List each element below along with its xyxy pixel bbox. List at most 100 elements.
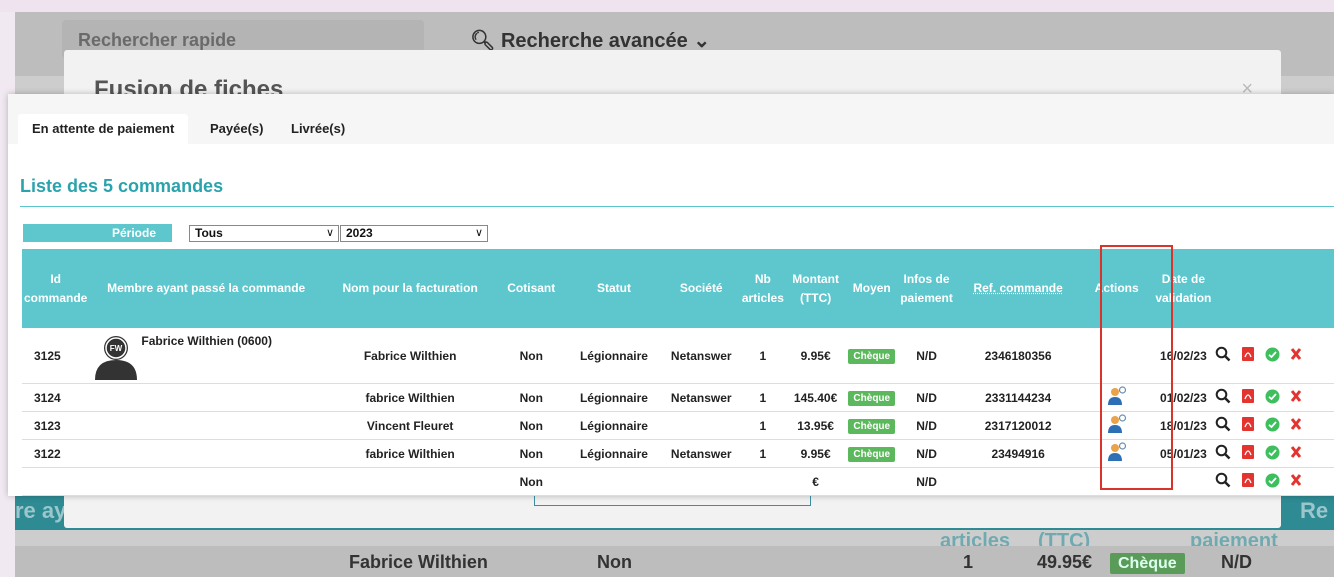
member-cell: [89, 467, 323, 496]
cell-billing: [323, 467, 498, 496]
cell-societe: Netanswer: [662, 383, 740, 412]
period-select[interactable]: Tous ∨: [189, 225, 339, 242]
column-header[interactable]: Statut: [565, 249, 663, 328]
pdf-icon[interactable]: [1241, 472, 1255, 488]
ref-commande-sort-link[interactable]: Ref. commande: [973, 281, 1062, 295]
cell-billing: Vincent Fleuret: [323, 411, 498, 440]
tab-pending-payment[interactable]: En attente de paiement: [18, 114, 189, 144]
background-table-row: Fabrice Wilthien Non 1 49.95€ Chèque N/D: [15, 546, 1334, 577]
cell-statut: Légionnaire: [565, 383, 663, 412]
background-top-strip: [0, 0, 1334, 12]
delete-x-icon[interactable]: [1290, 445, 1302, 459]
cell-nb: 1: [739, 383, 786, 412]
cell-montant: 9.95€: [785, 328, 846, 384]
tab-paid[interactable]: Payée(s): [196, 114, 277, 144]
check-circle-icon[interactable]: [1265, 417, 1280, 432]
cell-societe: Netanswer: [662, 328, 740, 384]
column-header[interactable]: Id commande: [22, 249, 90, 328]
background-row-montant: 49.95€: [1037, 552, 1093, 572]
magnifier-icon[interactable]: [1215, 346, 1231, 362]
background-row-infos: N/D: [1221, 552, 1252, 572]
payment-method-badge: Chèque: [848, 348, 896, 364]
cell-cotisant: Non: [497, 411, 566, 440]
cell-infos: N/D: [898, 411, 955, 440]
check-circle-icon[interactable]: [1265, 389, 1280, 404]
cell-societe: [662, 467, 740, 496]
cell-statut: Légionnaire: [565, 411, 663, 440]
orders-panel: En attente de paiement Payée(s) Livrée(s…: [8, 94, 1334, 496]
magnifier-icon[interactable]: [1215, 472, 1231, 488]
background-row-name: Fabrice Wilthien: [349, 552, 488, 572]
cell-cotisant: Non: [497, 328, 566, 384]
cell-id: 3124: [22, 383, 90, 412]
column-header[interactable]: Montant (TTC): [785, 249, 846, 328]
column-header[interactable]: Moyen: [845, 249, 899, 328]
cell-ref: 23494916: [954, 439, 1082, 468]
cell-statut: [565, 467, 663, 496]
background-row-cotisant: Non: [597, 552, 632, 572]
tab-delivered[interactable]: Livrée(s): [277, 114, 359, 144]
column-header[interactable]: Société: [662, 249, 740, 328]
check-circle-icon[interactable]: [1265, 347, 1280, 362]
payment-method-badge: Chèque: [848, 446, 896, 462]
cell-id: 3122: [22, 439, 90, 468]
year-select[interactable]: 2023 ∨: [340, 225, 488, 242]
cell-infos: N/D: [898, 328, 955, 384]
delete-x-icon[interactable]: [1290, 473, 1302, 487]
background-header-partial-right: Re: [1300, 498, 1329, 523]
column-header[interactable]: Membre ayant passé la commande: [89, 249, 323, 328]
pdf-icon[interactable]: [1241, 444, 1255, 460]
delete-x-icon[interactable]: [1290, 417, 1302, 431]
cell-montant: 9.95€: [785, 439, 846, 468]
member-cell[interactable]: FW Fabrice Wilthien (0600): [89, 328, 321, 383]
check-circle-icon[interactable]: [1265, 445, 1280, 460]
payment-method-badge: Chèque: [848, 390, 896, 406]
magnifier-icon[interactable]: [1215, 444, 1231, 460]
cell-moyen: [845, 467, 899, 496]
divider: [20, 206, 1334, 207]
delete-x-icon[interactable]: [1290, 347, 1302, 361]
cell-id: [22, 467, 90, 496]
pdf-icon[interactable]: [1241, 346, 1255, 362]
column-header[interactable]: Infos de paiement: [898, 249, 955, 328]
cell-infos: N/D: [898, 439, 955, 468]
cell-nb: 1: [739, 328, 786, 384]
modal-inner-box: [534, 496, 811, 506]
cell-montant: 145.40€: [785, 383, 846, 412]
cell-cotisant: Non: [497, 467, 566, 496]
cell-montant: €: [785, 467, 846, 496]
avatar-initials: FW: [110, 344, 123, 353]
cell-nb: [739, 467, 786, 496]
magnifier-icon[interactable]: [1215, 388, 1231, 404]
pdf-icon[interactable]: [1241, 388, 1255, 404]
tab-bar: En attente de paiement Payée(s) Livrée(s…: [8, 94, 1334, 144]
member-cell: [89, 439, 323, 468]
cell-billing: fabrice Wilthien: [323, 383, 498, 412]
cell-statut: Légionnaire: [565, 328, 663, 384]
column-header[interactable]: Nb articles: [739, 249, 786, 328]
chevron-down-icon: ∨: [325, 227, 334, 239]
chevron-down-icon: ⌄: [693, 30, 711, 52]
column-header[interactable]: Nom pour la facturation: [323, 249, 498, 328]
cell-montant: 13.95€: [785, 411, 846, 440]
year-select-value: 2023: [346, 226, 373, 240]
list-title: Liste des 5 commandes: [20, 176, 224, 196]
background-row-nb: 1: [963, 552, 974, 572]
cell-billing: fabrice Wilthien: [323, 439, 498, 468]
column-header: [1214, 249, 1334, 328]
cell-cotisant: Non: [497, 439, 566, 468]
column-header[interactable]: Cotisant: [497, 249, 566, 328]
payment-method-badge: Chèque: [848, 418, 896, 434]
delete-x-icon[interactable]: [1290, 389, 1302, 403]
check-circle-icon[interactable]: [1265, 473, 1280, 488]
chevron-down-icon: ∨: [474, 227, 483, 239]
cell-societe: Netanswer: [662, 439, 740, 468]
magnifier-icon[interactable]: [1215, 416, 1231, 432]
cell-id: 3123: [22, 411, 90, 440]
search-icon: 🔍︎: [470, 30, 496, 52]
cell-id: 3125: [22, 328, 90, 384]
background-row-moyen: Chèque: [1110, 553, 1185, 574]
avatar: FW: [95, 336, 138, 380]
pdf-icon[interactable]: [1241, 416, 1255, 432]
cell-billing: Fabrice Wilthien: [323, 328, 498, 384]
